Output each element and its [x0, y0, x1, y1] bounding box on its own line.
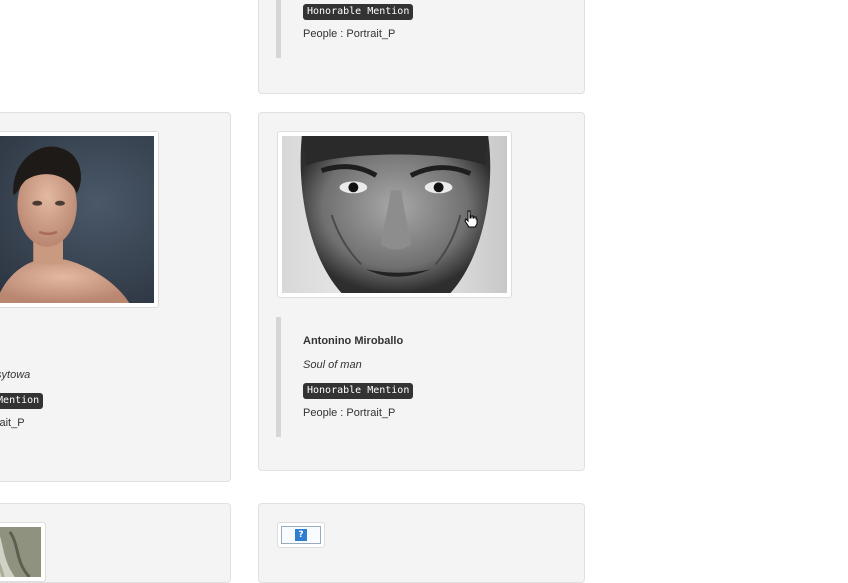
entry-card-antonino-miroballo: Antonino Miroballo Soul of man Honorable…	[258, 112, 585, 471]
hand-pointer-cursor-icon	[464, 210, 478, 228]
award-badge: Honorable Mention	[303, 4, 414, 20]
broken-image-placeholder: ?	[281, 526, 321, 544]
entry-title[interactable]: Soul of man	[303, 358, 362, 372]
award-badge: e Mention	[0, 393, 44, 409]
entry-card-top: Honorable Mention People : Portrait_P	[258, 0, 585, 94]
entry-card-bottom-left	[0, 503, 231, 583]
entry-image	[0, 527, 41, 577]
entry-title[interactable]: Vesytowa	[0, 368, 30, 382]
award-badge: Honorable Mention	[303, 383, 414, 399]
entry-author[interactable]: Antonino Miroballo	[303, 334, 403, 348]
portrait-woman-image	[0, 136, 154, 303]
entry-thumbnail[interactable]: ?	[277, 522, 325, 548]
entry-card-bottom-right: ?	[258, 503, 585, 583]
entry-caption: Antonino Miroballo Soul of man Honorable…	[276, 317, 566, 437]
entry-category[interactable]: ortrait_P	[0, 416, 25, 430]
entry-caption: Honorable Mention People : Portrait_P	[276, 0, 556, 58]
entry-category[interactable]: People : Portrait_P	[303, 27, 395, 41]
entry-thumbnail[interactable]	[0, 522, 46, 582]
entry-caption: d Vesytowa e Mention ortrait_P	[0, 317, 181, 437]
question-mark-icon: ?	[295, 529, 307, 541]
entry-thumbnail[interactable]	[0, 131, 159, 308]
entry-card-left: d Vesytowa e Mention ortrait_P	[0, 112, 231, 482]
entry-category[interactable]: People : Portrait_P	[303, 406, 395, 420]
